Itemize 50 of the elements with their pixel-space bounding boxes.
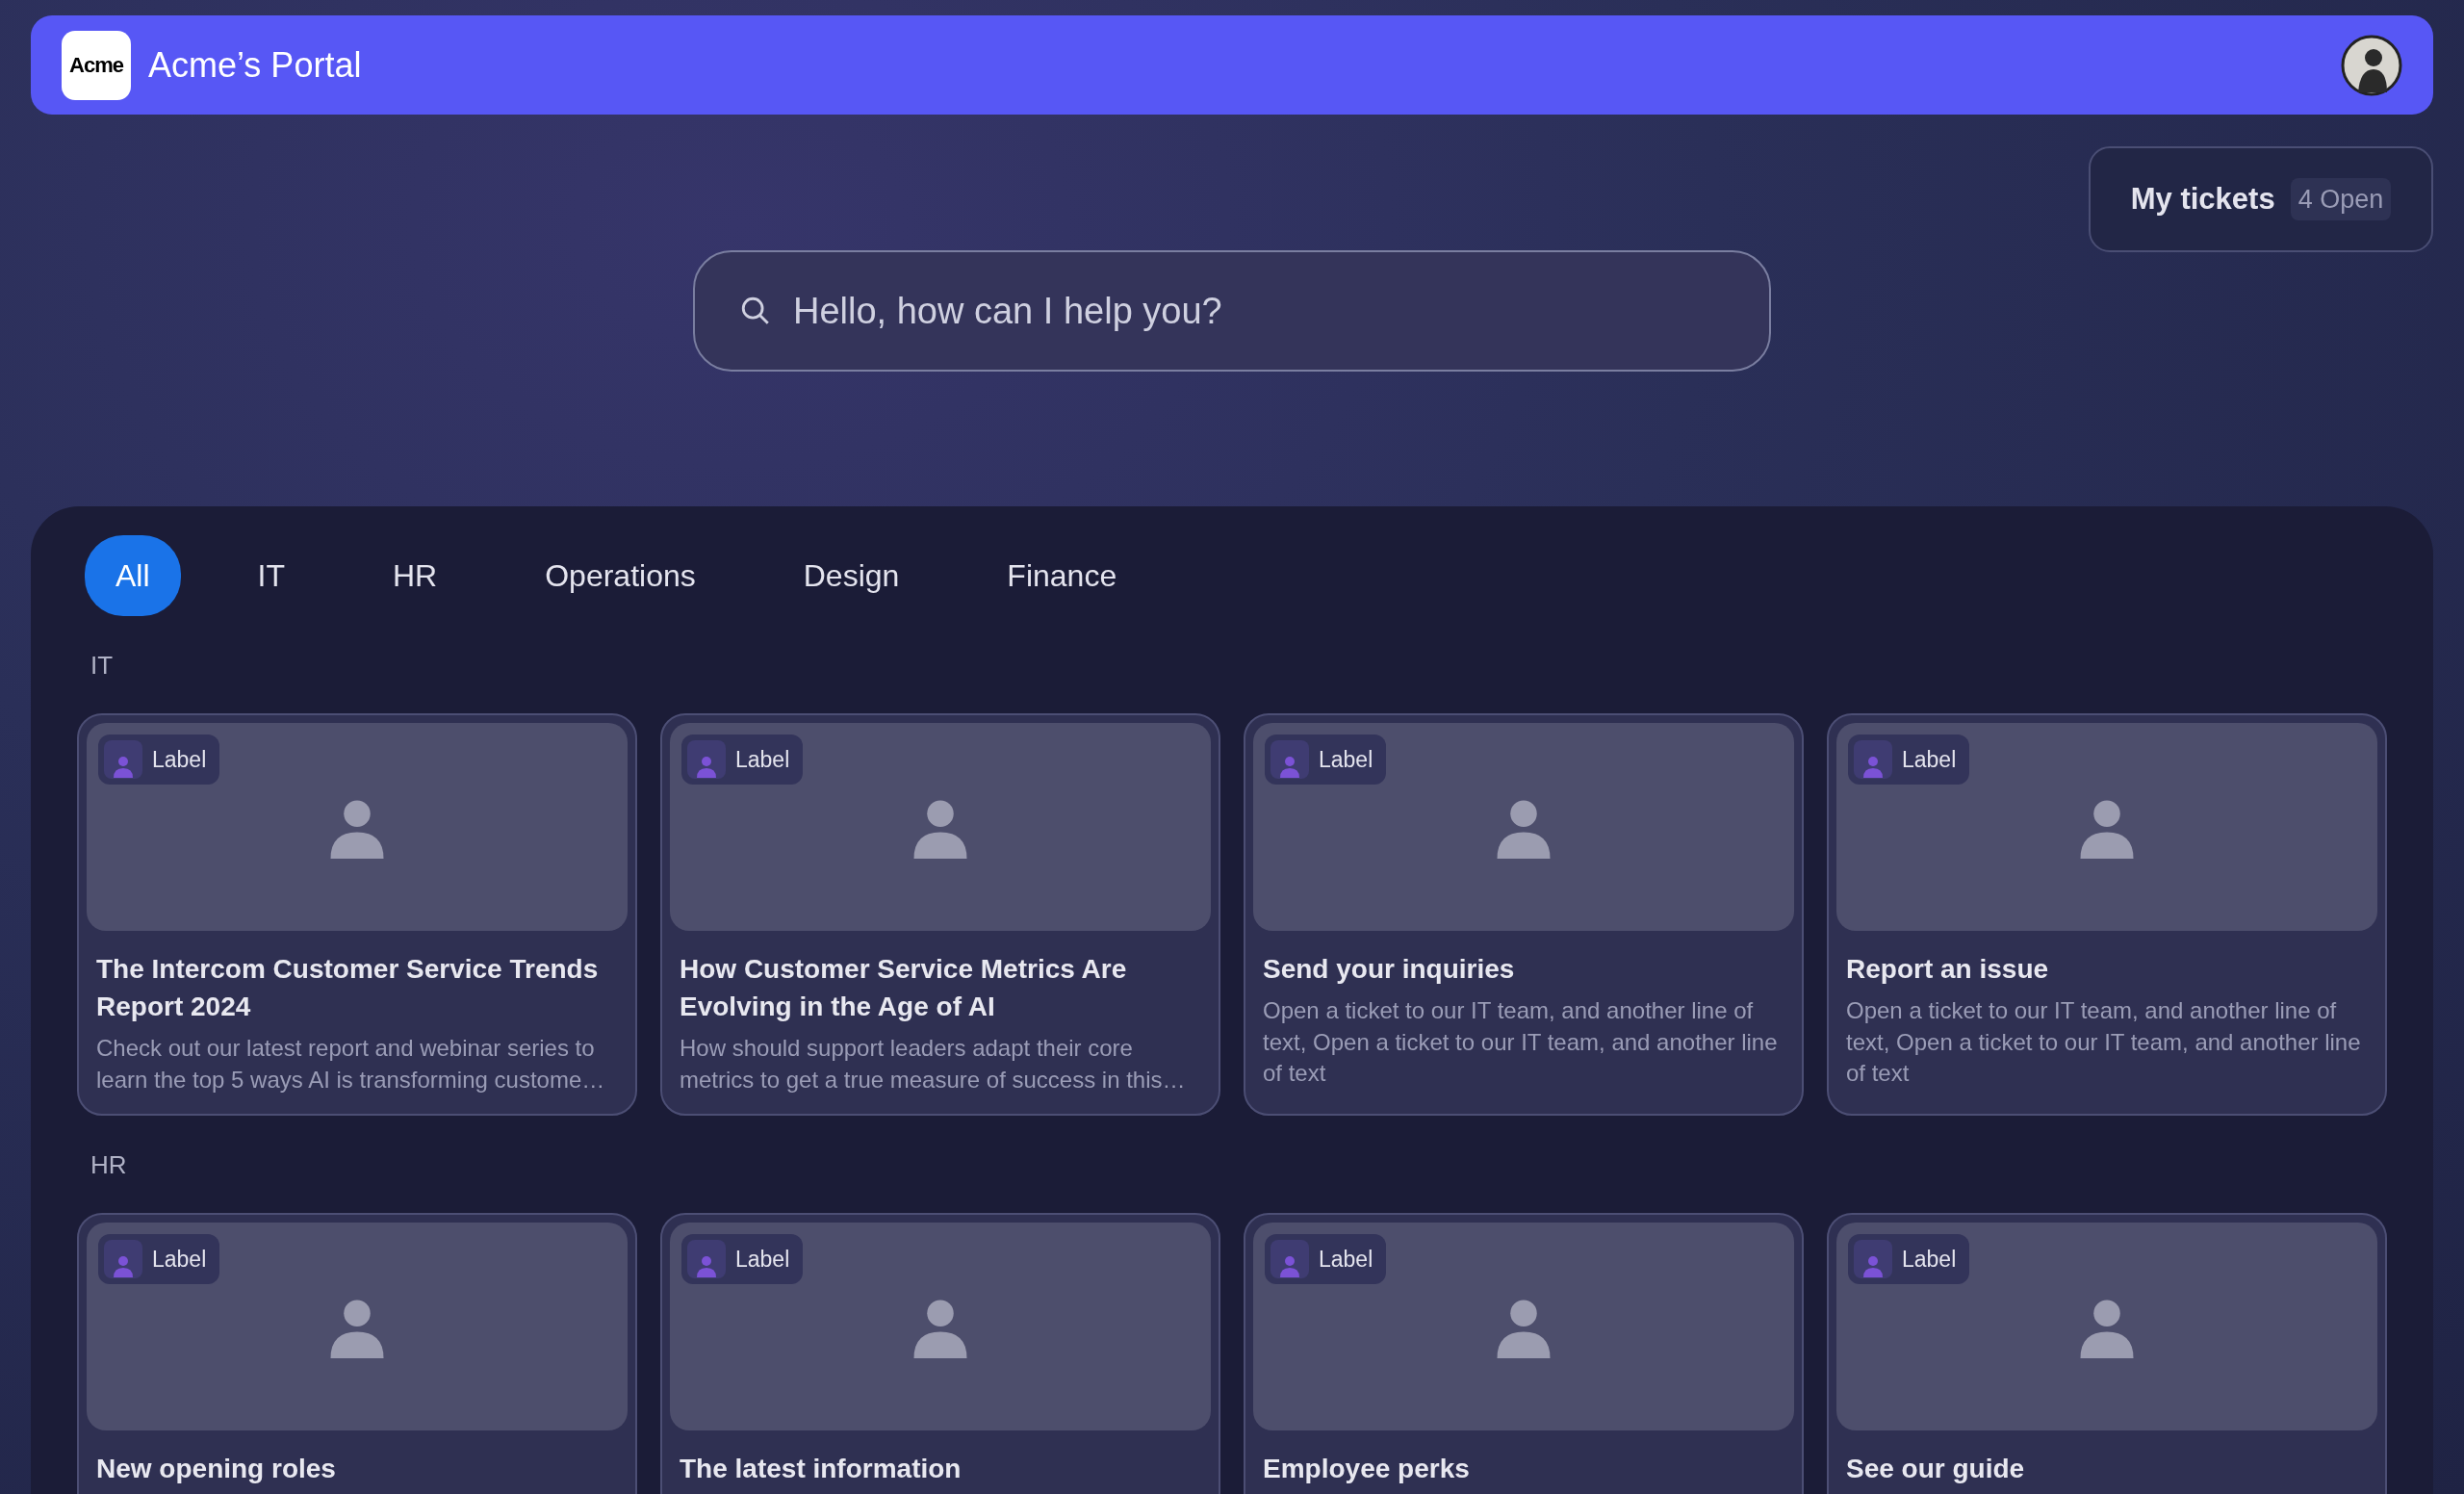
label-text: Label [1319,1245,1373,1274]
ticket-count-badge: 4 Open [2290,177,2392,221]
card-title: Employee perks [1263,1453,1471,1485]
person-icon [104,740,142,779]
article-card[interactable]: Label Employee perks [1244,1213,1804,1494]
article-card[interactable]: Label The latest information [660,1213,1220,1494]
card-description: Check out our latest report and webinar series to learn the top 5 ways AI is transforming custome… [96,1034,606,1095]
person-icon [1854,740,1892,779]
category-tab[interactable]: Finance [976,535,1148,616]
person-icon [1270,1240,1309,1278]
person-icon [1854,1240,1892,1278]
portal-title: Acme’s Portal [148,43,362,87]
person-icon [1270,740,1309,779]
card-title: Report an issue [1846,953,2050,986]
avatar[interactable] [2341,34,2402,96]
label-text: Label [152,745,207,774]
search-field[interactable]: Hello, how can I help you? [693,250,1771,372]
card-title: The Intercom Customer Service Trends Report 2024 [96,953,600,1024]
label-text: Label [1902,1245,1957,1274]
section-heading: IT [90,650,115,682]
card-description: Open a ticket to our IT team, and another line of text, Open a ticket to our IT team, and another line of text [1846,996,2362,1088]
article-card[interactable]: Label See our guide [1827,1213,2387,1494]
card-description: Open a ticket to our IT team, and another line of text, Open a ticket to our IT team, and another line of text [1263,996,1779,1088]
article-card[interactable]: Label Send your inquiries Open a ticket to our IT team, and another line of text, Open a ticket to our IT team, and another line of text [1244,713,1804,1116]
card-title: Send your inquiries [1263,953,1516,986]
my-tickets-button[interactable]: My tickets 4 Open [2089,146,2433,252]
category-tab[interactable]: All [85,535,181,616]
category-tab[interactable]: HR [362,535,469,616]
article-card[interactable]: Label The Intercom Customer Service Trends Report 2024 Check out our latest report and webinar series to learn the top 5 ways AI is transforming custome… [77,713,637,1116]
article-card[interactable]: Label Report an issue Open a ticket to our IT team, and another line of text, Open a ticket to our IT team, and another line of text [1827,713,2387,1116]
person-icon [104,1240,142,1278]
label-text: Label [152,1245,207,1274]
card-title: How Customer Service Metrics Are Evolving in the Age of AI [680,953,1128,1024]
logo[interactable]: Acme [62,30,131,100]
person-icon [687,1240,726,1278]
section-heading: HR [90,1149,128,1181]
label-text: Label [735,745,790,774]
card-title: See our guide [1846,1453,2026,1485]
category-tab[interactable]: IT [226,535,316,616]
label-text: Label [735,1245,790,1274]
person-icon [687,740,726,779]
card-description: How should support leaders adapt their core metrics to get a true measure of success in this… [680,1034,1187,1095]
label-text: Label [1902,745,1957,774]
article-card[interactable]: Label How Customer Service Metrics Are Evolving in the Age of AI How should support leaders adapt their core metrics to get a true measure of success in this… [660,713,1220,1116]
card-title: New opening roles [96,1453,337,1485]
label-text: Label [1319,745,1373,774]
article-card[interactable]: Label New opening roles [77,1213,637,1494]
category-tab[interactable]: Design [772,535,931,616]
card-title: The latest information [680,1453,962,1485]
category-tab[interactable]: Operations [514,535,727,616]
